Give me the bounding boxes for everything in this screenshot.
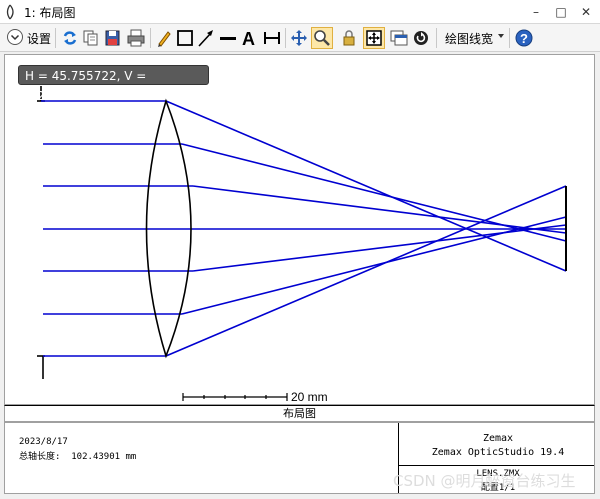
- arrow-icon[interactable]: [197, 27, 215, 49]
- svg-text:A: A: [242, 29, 255, 49]
- close-button[interactable]: ✕: [576, 2, 596, 22]
- toolbar-divider: [285, 28, 286, 48]
- toolbar-divider: [150, 28, 151, 48]
- copy-icon[interactable]: [82, 27, 100, 49]
- pan-icon[interactable]: [290, 27, 308, 49]
- refracted-rays: [165, 100, 567, 357]
- watermark: CSDN @明月醉窗台练习生: [393, 472, 576, 490]
- scale-bar: [182, 393, 288, 401]
- lens-layout-drawing: 20 mm: [37, 86, 567, 404]
- info-divider: [399, 465, 594, 466]
- axis-length-label: 总轴长度:: [19, 452, 61, 462]
- help-icon[interactable]: ?: [514, 27, 534, 49]
- ray-7-out: [165, 185, 567, 357]
- dropdown-arrow-icon[interactable]: [497, 32, 505, 54]
- lock-icon[interactable]: [340, 27, 358, 49]
- line-icon[interactable]: [219, 27, 237, 49]
- axis-length-value: 102.43901 mm: [71, 452, 137, 462]
- plot-linewidth-dropdown[interactable]: 绘图线宽: [445, 30, 493, 47]
- save-icon[interactable]: [104, 27, 122, 49]
- settings-button[interactable]: 设置: [27, 30, 51, 47]
- incoming-rays: [41, 100, 197, 357]
- zoom-icon[interactable]: [311, 27, 333, 49]
- layout-plot-area[interactable]: 20 mm: [4, 54, 595, 405]
- lens-app-icon: [6, 4, 14, 20]
- cursor-coordinate-tooltip: H = 45.755722, V = -12.653933: [18, 65, 209, 103]
- fit-icon[interactable]: [363, 27, 385, 49]
- toolbar: 设置 A 绘图线宽 ?: [0, 24, 600, 52]
- pencil-icon[interactable]: [155, 27, 173, 49]
- rectangle-icon[interactable]: [176, 27, 194, 49]
- text-icon[interactable]: A: [240, 27, 258, 49]
- settings-chevron-icon[interactable]: [6, 28, 24, 50]
- dimension-icon[interactable]: [262, 27, 282, 49]
- product-name: Zemax OpticStudio 19.4: [431, 447, 565, 458]
- layout-icon[interactable]: [389, 27, 409, 49]
- minimize-button[interactable]: –: [526, 2, 546, 22]
- scale-label: 20 mm: [291, 390, 328, 404]
- refresh-icon[interactable]: [61, 27, 79, 49]
- print-icon[interactable]: [126, 27, 146, 49]
- svg-text:?: ?: [520, 31, 528, 46]
- rotate-icon[interactable]: [412, 27, 430, 49]
- toolbar-divider: [509, 28, 510, 48]
- maximize-button[interactable]: □: [551, 2, 571, 22]
- axis-length-text: 总轴长度: 102.43901 mm: [19, 449, 136, 462]
- company-name: Zemax: [482, 433, 514, 444]
- window-title: 1: 布局图: [24, 6, 76, 20]
- date-text: 2023/8/17: [19, 437, 68, 447]
- ray-1-out: [165, 100, 567, 272]
- toolbar-divider: [436, 28, 437, 48]
- title-bar: 1: 布局图 – □ ✕: [0, 0, 600, 24]
- plot-caption: 布局图: [4, 405, 595, 422]
- toolbar-divider: [55, 28, 56, 48]
